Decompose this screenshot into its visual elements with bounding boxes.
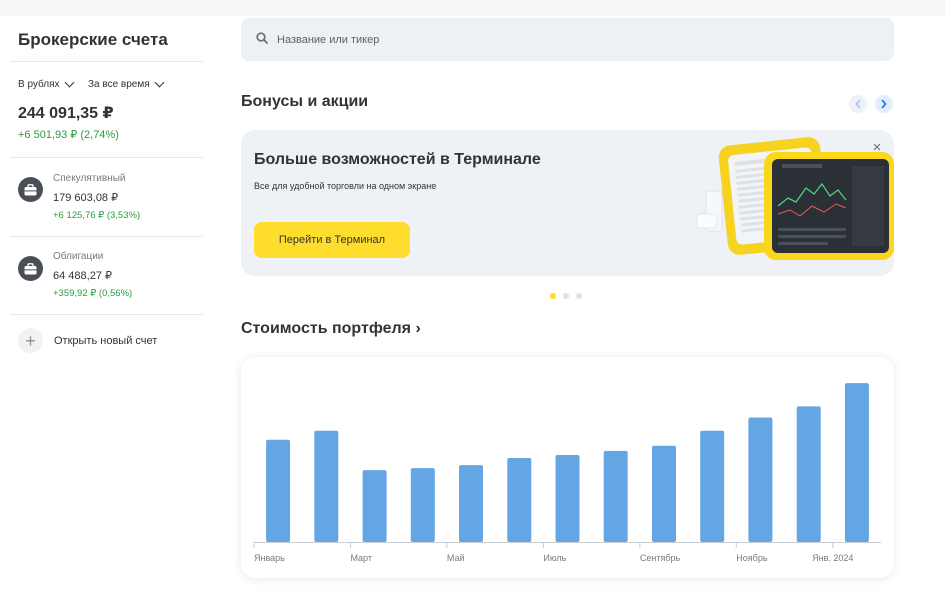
portfolio-chart: Январь Март Май Июль Сентябрь Ноябрь Янв. 2024 (253, 383, 881, 563)
total-change: +6 501,93 ₽ (2,74%) (18, 129, 119, 141)
search-input[interactable] (277, 33, 857, 46)
promo-title: Больше возможностей в Терминале (254, 151, 541, 168)
promo-next-button[interactable] (875, 95, 893, 113)
account-value: 179 603,08 ₽ (53, 192, 119, 204)
chevron-down-icon (154, 77, 165, 88)
briefcase-icon (18, 177, 43, 202)
plus-icon: + (18, 328, 43, 353)
currency-filter-label: В рублях (18, 79, 60, 90)
chart-bar[interactable] (314, 430, 339, 542)
portfolio-title-link[interactable]: Стоимость портфеля › (241, 320, 421, 338)
period-filter[interactable]: За все время (88, 77, 165, 90)
account-speculative[interactable]: Спекулятивный 179 603,08 ₽ +6 125,76 ₽ (… (10, 158, 203, 236)
chart-bar[interactable] (459, 465, 483, 542)
chart-bar[interactable] (555, 455, 580, 542)
chart-bar[interactable] (266, 439, 291, 542)
chart-bar[interactable] (603, 450, 628, 542)
open-account-button[interactable]: + Открыть новый счет (18, 328, 157, 353)
open-account-label: Открыть новый счет (54, 334, 158, 347)
chart-bar[interactable] (652, 445, 676, 542)
divider (10, 61, 203, 62)
chevron-left-icon (855, 99, 861, 109)
promo-pagination (550, 293, 582, 299)
chart-bar[interactable] (748, 417, 773, 543)
x-tick-label: Янв. 2024 (812, 553, 853, 563)
promo-subtitle: Все для удобной торговли на одном экране (254, 181, 437, 191)
promo-card[interactable]: Больше возможностей в Терминале Все для … (241, 130, 894, 276)
period-filter-label: За все время (88, 79, 150, 90)
terminal-illustration (696, 137, 894, 260)
x-tick-label: Июль (543, 553, 566, 563)
x-tick-label: Май (447, 553, 465, 563)
total-value: 244 091,35 ₽ (18, 105, 114, 122)
search-bar[interactable] (241, 18, 894, 61)
chevron-right-icon (881, 99, 887, 109)
chart-bar[interactable] (410, 468, 435, 542)
account-change: +6 125,76 ₽ (3,53%) (53, 210, 141, 221)
divider (10, 314, 203, 315)
currency-filter[interactable]: В рублях (18, 77, 74, 90)
sidebar-title: Брокерские счета (18, 30, 168, 49)
promo-prev-button[interactable] (849, 95, 867, 113)
account-name: Облигации (53, 251, 104, 262)
portfolio-chart-card: Январь Март Май Июль Сентябрь Ноябрь Янв. 2024 (241, 357, 894, 578)
chart-bar[interactable] (700, 430, 725, 542)
x-tick-label: Сентябрь (640, 553, 681, 563)
pagination-dot[interactable] (576, 293, 582, 299)
chart-bar[interactable] (844, 383, 869, 542)
go-to-terminal-button[interactable]: Перейти в Терминал (254, 222, 410, 258)
pagination-dot[interactable] (563, 293, 569, 299)
chart-bar[interactable] (796, 406, 821, 542)
account-name: Спекулятивный (53, 173, 126, 184)
chart-bar[interactable] (507, 458, 532, 542)
top-bar (0, 0, 945, 16)
x-tick-label: Ноябрь (736, 553, 768, 563)
account-bonds[interactable]: Облигации 64 488,27 ₽ +359,92 ₽ (0,56%) (10, 237, 203, 314)
promos-title: Бонусы и акции (241, 93, 369, 110)
chevron-down-icon (64, 77, 74, 88)
x-tick-label: Январь (254, 553, 285, 563)
chart-bar[interactable] (362, 470, 387, 542)
account-change: +359,92 ₽ (0,56%) (53, 288, 133, 299)
pagination-dot[interactable] (550, 293, 556, 299)
search-icon (256, 31, 268, 49)
account-value: 64 488,27 ₽ (53, 270, 112, 282)
briefcase-icon (18, 256, 43, 281)
x-tick-label: Март (350, 553, 372, 563)
